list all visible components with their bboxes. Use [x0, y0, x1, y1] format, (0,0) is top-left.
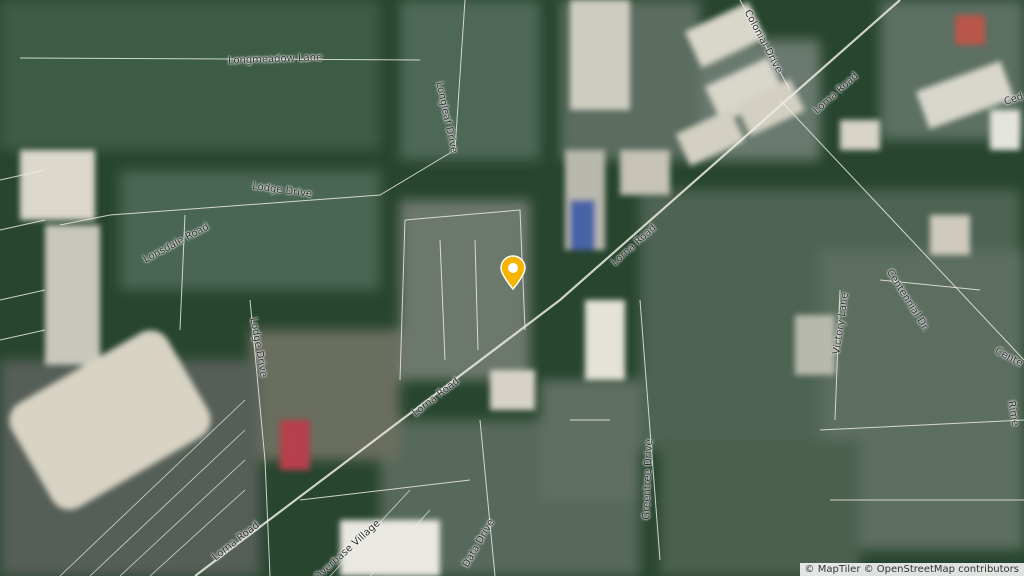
location-pin-icon[interactable] [498, 255, 528, 291]
map-attribution: © MapTiler © OpenStreetMap contributors [799, 563, 1024, 576]
osm-attribution-link[interactable]: © OpenStreetMap contributors [864, 564, 1019, 575]
maptiler-attribution-link[interactable]: © MapTiler [805, 564, 861, 575]
map-canvas[interactable]: Longmeadow Lane Longleaf Drive Colonial … [0, 0, 1024, 576]
